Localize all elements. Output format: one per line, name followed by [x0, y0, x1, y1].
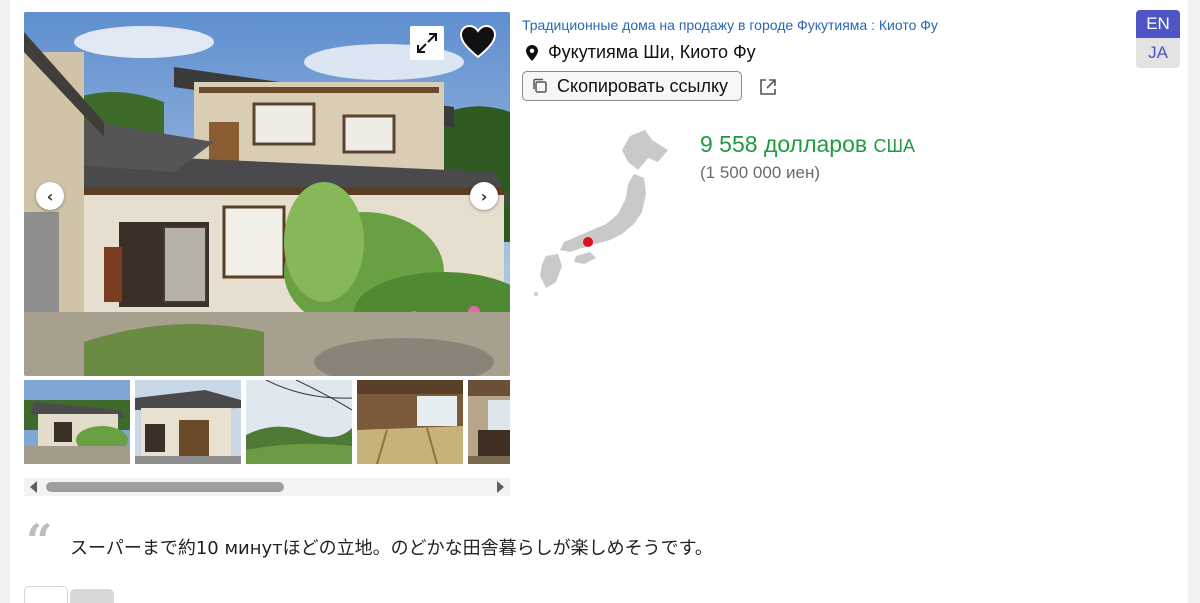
copy-link-label: Скопировать ссылку — [557, 75, 729, 96]
copy-link-button[interactable]: Скопировать ссылку — [522, 71, 742, 101]
scrollbar-thumb[interactable] — [46, 482, 284, 492]
map-marker-icon — [583, 237, 593, 247]
chevron-right-icon: › — [480, 186, 488, 206]
thumbnail-2[interactable] — [135, 380, 241, 464]
thumbnail-4[interactable] — [357, 380, 463, 464]
description-quote: スーパーまで約10 минутほどの立地。のどかな田舎暮らしが楽しめそうです。 — [70, 538, 713, 559]
gallery-next-button[interactable]: › — [470, 182, 498, 210]
external-link-icon[interactable] — [758, 77, 778, 97]
thumbnail-5[interactable] — [468, 380, 510, 464]
breadcrumb-link[interactable]: Традиционные дома на продажу в городе Фу… — [522, 17, 938, 33]
heart-icon — [460, 25, 496, 59]
language-en-button[interactable]: EN — [1136, 10, 1180, 38]
chevron-left-icon: ‹ — [46, 186, 54, 206]
thumbnail-1[interactable] — [24, 380, 130, 464]
thumbnail-scrollbar[interactable] — [24, 478, 510, 496]
favorite-button[interactable] — [458, 22, 498, 62]
bottom-tab-1[interactable] — [24, 586, 68, 603]
price-usd-value: 9 558 долларов — [700, 131, 868, 157]
thumbnail-strip — [24, 380, 510, 466]
location-row: Фукутияма Ши, Киото Фу — [526, 42, 756, 63]
price-usd: 9 558 долларов США — [700, 131, 915, 158]
map-pin-icon — [526, 44, 538, 61]
language-ja-button[interactable]: JA — [1136, 38, 1180, 68]
bottom-tab-2[interactable] — [70, 589, 114, 603]
scroll-left-arrow-icon[interactable] — [30, 481, 37, 493]
expand-icon — [417, 33, 437, 53]
location-text: Фукутияма Ши, Киото Фу — [548, 42, 756, 62]
thumbnail-3[interactable] — [246, 380, 352, 464]
scroll-right-arrow-icon[interactable] — [497, 481, 504, 493]
copy-icon — [533, 78, 547, 93]
quote-mark-icon: “ — [26, 514, 53, 568]
expand-button[interactable] — [410, 26, 444, 60]
price-jpy: (1 500 000 иен) — [700, 163, 821, 182]
main-photo[interactable] — [24, 12, 510, 376]
price-usd-currency: США — [873, 136, 915, 156]
japan-map — [534, 130, 668, 296]
gallery-prev-button[interactable]: ‹ — [36, 182, 64, 210]
